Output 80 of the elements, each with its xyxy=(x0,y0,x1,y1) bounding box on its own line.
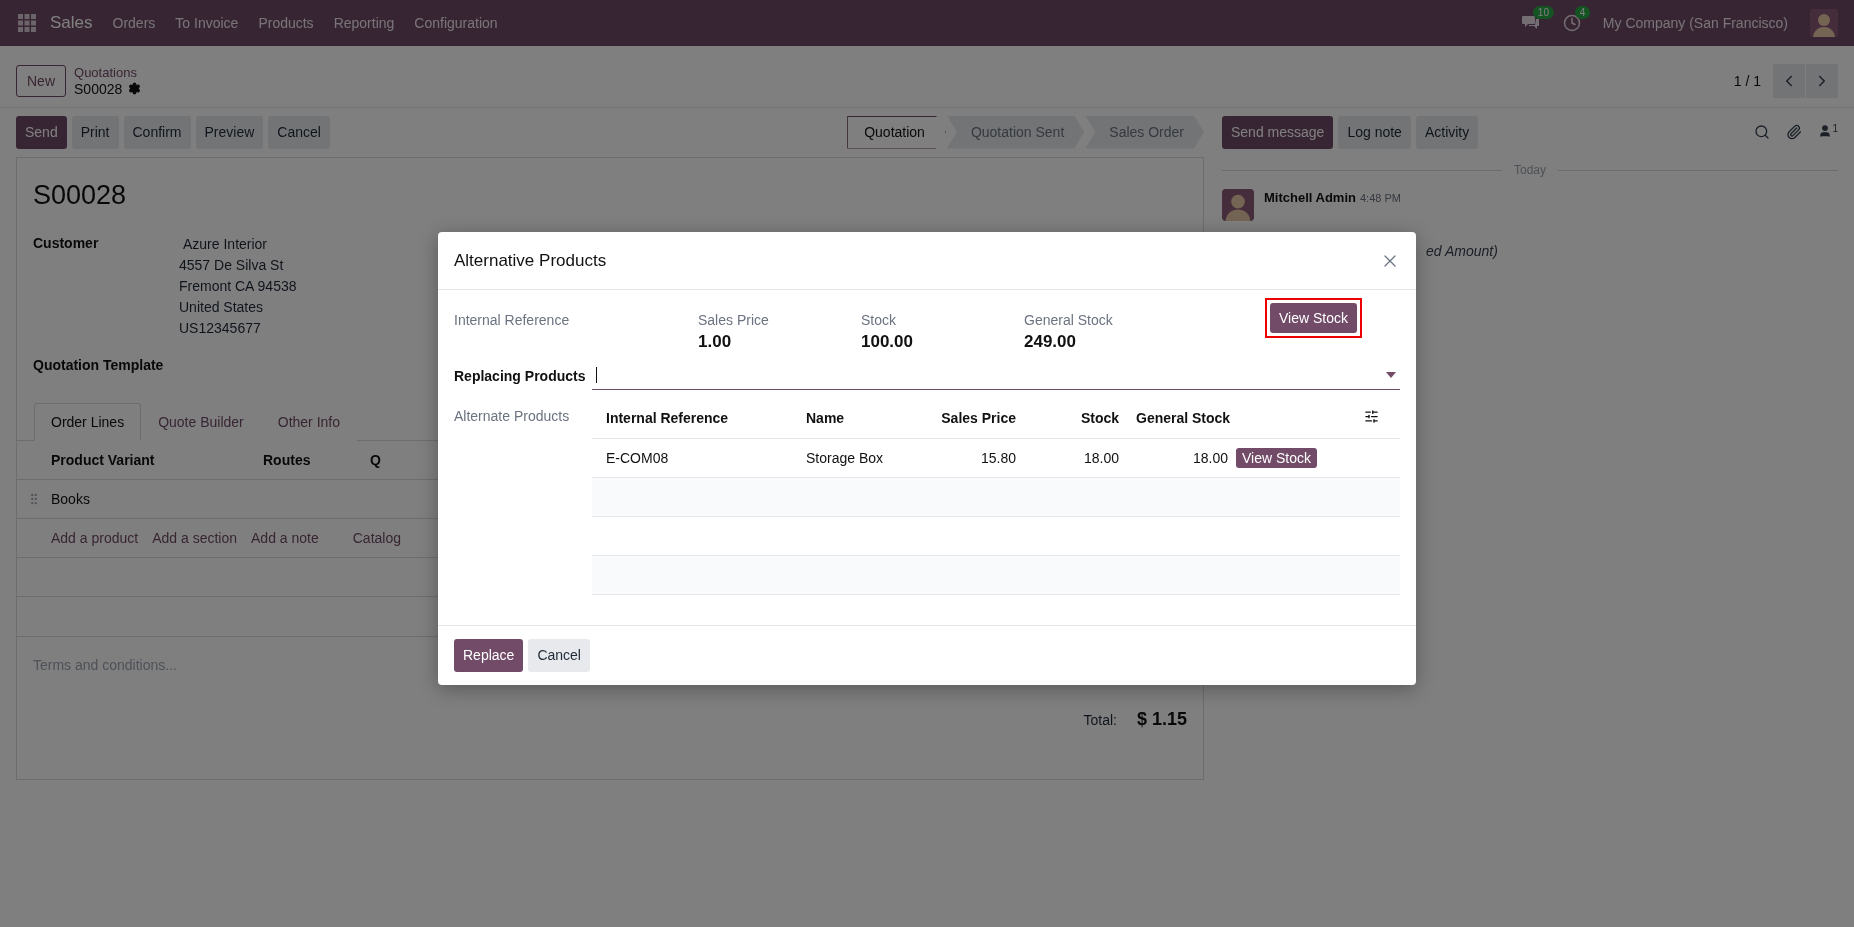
message-author: Mitchell Admin xyxy=(1264,190,1356,205)
column-header: Internal Reference xyxy=(606,409,729,426)
customer-name: Azure Interior xyxy=(182,235,268,253)
company-switcher[interactable]: My Company (San Francisco) xyxy=(1602,15,1788,31)
table-cell: E-COM08 xyxy=(606,449,669,466)
status-step[interactable]: Quotation xyxy=(847,115,946,149)
column-header: Stock xyxy=(1080,409,1119,426)
add-link[interactable]: Add a product xyxy=(51,530,139,546)
view-stock-button[interactable]: View Stock xyxy=(1270,303,1357,333)
add-link[interactable]: Add a section xyxy=(152,530,237,546)
table-cell: 18.00 xyxy=(1083,449,1119,466)
menu-item[interactable]: Products xyxy=(258,15,314,31)
total-value: $ 1.15 xyxy=(1136,709,1187,730)
count-badge: 10 xyxy=(1532,6,1554,19)
table-cell: 15.80 xyxy=(980,449,1016,466)
count-badge: 4 xyxy=(1574,6,1591,19)
followers-button[interactable]: 1 xyxy=(1818,123,1838,141)
field-label: Customer xyxy=(33,235,100,253)
action-button[interactable]: Print xyxy=(71,115,119,149)
field-label: Alternate Products xyxy=(454,408,571,424)
field-label: Internal Reference xyxy=(454,312,571,328)
app-name[interactable]: Sales xyxy=(50,13,93,33)
field-value: 1.00 xyxy=(698,332,733,352)
new-button[interactable]: New xyxy=(16,64,66,97)
action-button[interactable]: Preview xyxy=(195,115,264,149)
chatter-button[interactable]: Activity xyxy=(1415,115,1479,149)
table-cell: 18.00 xyxy=(1192,449,1228,466)
column-header: Routes xyxy=(263,452,312,468)
column-header: Sales Price xyxy=(941,409,1016,426)
field-label: Sales Price xyxy=(698,312,770,328)
add-link[interactable]: Add a note xyxy=(251,530,319,546)
pager-counter: 1 / 1 xyxy=(1733,72,1761,89)
view-stock-button[interactable]: View Stock xyxy=(1236,447,1317,468)
column-header: Q xyxy=(370,452,382,468)
column-header: Product Variant xyxy=(51,452,156,468)
record-name: S00028 xyxy=(74,80,123,97)
field-value: 100.00 xyxy=(861,332,914,352)
address-line: Fremont CA 94538 xyxy=(179,277,297,295)
field-label: Stock xyxy=(861,312,897,328)
total-label: Total: xyxy=(1083,711,1117,728)
message-text: ed Amount) xyxy=(1426,243,1498,259)
column-header: General Stock xyxy=(1136,409,1231,426)
table-cell: Storage Box xyxy=(806,449,884,466)
dialog-button[interactable]: Cancel xyxy=(528,638,590,672)
dialog-title: Alternative Products xyxy=(454,250,607,271)
search-icon[interactable] xyxy=(1754,124,1771,140)
tab[interactable]: Order Lines xyxy=(34,403,142,441)
menu-item[interactable]: To Invoice xyxy=(175,15,239,31)
address-line: United States xyxy=(179,298,264,316)
clock-icon[interactable] xyxy=(1562,14,1581,32)
paperclip-icon[interactable] xyxy=(1786,124,1803,140)
address-line: US12345677 xyxy=(179,319,261,337)
author-avatar xyxy=(1222,189,1254,221)
field-label: General Stock xyxy=(1024,312,1114,328)
chatter-button[interactable]: Log note xyxy=(1338,115,1411,149)
address-line: 4557 De Silva St xyxy=(179,256,284,274)
sliders-icon[interactable] xyxy=(1364,408,1379,424)
chatter-button[interactable]: Send message xyxy=(1222,115,1334,149)
action-button[interactable]: Send xyxy=(16,115,67,149)
apps-icon[interactable] xyxy=(18,14,36,32)
add-link[interactable]: Catalog xyxy=(352,530,401,546)
record-title: S00028 xyxy=(33,180,128,211)
breadcrumb-link[interactable]: Quotations xyxy=(74,64,142,81)
menu-item[interactable]: Orders xyxy=(112,15,156,31)
column-header: Name xyxy=(806,409,845,426)
status-step[interactable]: Quotation Sent xyxy=(946,115,1085,149)
table-cell: Books xyxy=(51,491,90,507)
field-label: Quotation Template xyxy=(33,357,165,373)
status-step[interactable]: Sales Order xyxy=(1085,115,1204,149)
field-label: Replacing Products xyxy=(454,368,587,384)
dialog-button[interactable]: Replace xyxy=(454,638,524,672)
menu-item[interactable]: Reporting xyxy=(333,15,395,31)
settings-icon[interactable] xyxy=(128,82,142,95)
caret-icon[interactable] xyxy=(1386,371,1396,378)
action-button[interactable]: Cancel xyxy=(268,115,330,149)
action-button[interactable]: Confirm xyxy=(123,115,191,149)
message-time: 4:48 PM xyxy=(1359,192,1401,204)
menu-item[interactable]: Configuration xyxy=(414,15,498,31)
user-icon xyxy=(1818,123,1833,138)
field-value: 249.00 xyxy=(1024,332,1077,352)
